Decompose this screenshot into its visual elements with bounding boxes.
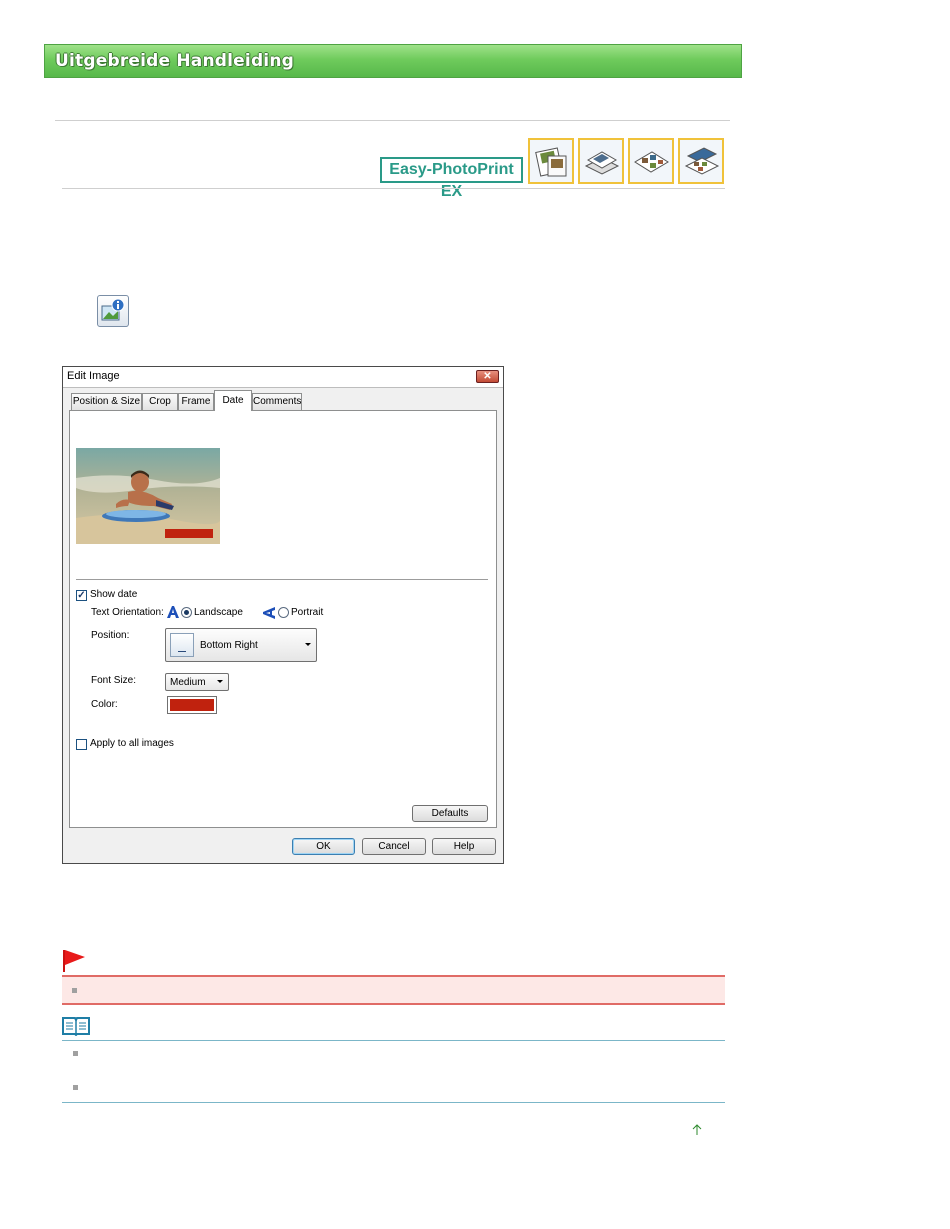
dialog-titlebar: Edit Image ✕	[63, 367, 503, 388]
album-icon[interactable]	[528, 138, 574, 184]
chevron-down-icon	[305, 643, 311, 646]
page-top-arrow-icon[interactable]	[690, 1122, 704, 1136]
color-label: Color:	[91, 699, 118, 710]
close-button[interactable]: ✕	[476, 370, 499, 383]
edit-image-dialog: Edit Image ✕ Position & Size Crop Frame …	[62, 366, 504, 864]
portrait-text-icon	[262, 606, 276, 620]
font-size-select[interactable]: Medium	[165, 673, 229, 691]
layout-print-icon[interactable]	[628, 138, 674, 184]
note-divider-bottom	[62, 1102, 725, 1103]
image-preview	[76, 448, 220, 544]
landscape-radio[interactable]	[181, 607, 192, 618]
header-divider	[55, 120, 730, 121]
tab-crop[interactable]: Crop	[142, 393, 178, 410]
landscape-text-icon	[166, 605, 180, 619]
important-flag-icon	[62, 949, 86, 973]
help-button[interactable]: Help	[432, 838, 496, 855]
date-tab-panel: ✓ Show date Text Orientation: Landscape …	[69, 410, 497, 828]
bullet-icon	[72, 988, 77, 993]
tab-position-size[interactable]: Position & Size	[71, 393, 142, 410]
font-size-value: Medium	[170, 677, 206, 688]
bottom-right-position-icon	[170, 633, 194, 657]
title-divider	[62, 188, 725, 189]
position-label: Position:	[91, 630, 130, 641]
dialog-title: Edit Image	[67, 370, 120, 382]
show-date-label[interactable]: Show date	[90, 589, 137, 600]
position-marker	[178, 651, 186, 652]
color-picker-button[interactable]	[167, 696, 217, 714]
image-info-icon	[97, 295, 129, 327]
chevron-down-icon	[217, 680, 223, 683]
font-size-label: Font Size:	[91, 675, 137, 686]
important-box	[62, 975, 725, 1005]
tab-frame[interactable]: Frame	[178, 393, 214, 410]
landscape-label[interactable]: Landscape	[194, 607, 243, 618]
show-date-checkbox[interactable]: ✓	[76, 590, 87, 601]
tab-comments[interactable]: Comments	[252, 393, 302, 410]
date-stamp-preview	[165, 529, 213, 538]
note-divider-top	[62, 1040, 725, 1041]
product-logo: Easy-PhotoPrint EX	[380, 157, 523, 200]
color-swatch	[170, 699, 214, 711]
panel-divider	[76, 579, 488, 580]
calendar-icon[interactable]	[578, 138, 624, 184]
defaults-button[interactable]: Defaults	[412, 805, 488, 822]
header-banner: Uitgebreide Handleiding	[44, 44, 742, 78]
cancel-button[interactable]: Cancel	[362, 838, 426, 855]
position-dropdown[interactable]: Bottom Right	[165, 628, 317, 662]
portrait-radio[interactable]	[278, 607, 289, 618]
ok-button[interactable]: OK	[292, 838, 355, 855]
portrait-label[interactable]: Portrait	[291, 607, 323, 618]
manual-title: Uitgebreide Handleiding	[55, 51, 295, 71]
position-value: Bottom Right	[200, 640, 258, 651]
text-orientation-label: Text Orientation:	[91, 607, 164, 618]
note-book-icon	[62, 1016, 90, 1037]
tab-date[interactable]: Date	[214, 390, 252, 411]
apply-all-label[interactable]: Apply to all images	[90, 738, 174, 749]
apply-all-checkbox[interactable]	[76, 739, 87, 750]
bullet-icon	[73, 1085, 78, 1090]
bullet-icon	[73, 1051, 78, 1056]
sticker-icon[interactable]	[678, 138, 724, 184]
